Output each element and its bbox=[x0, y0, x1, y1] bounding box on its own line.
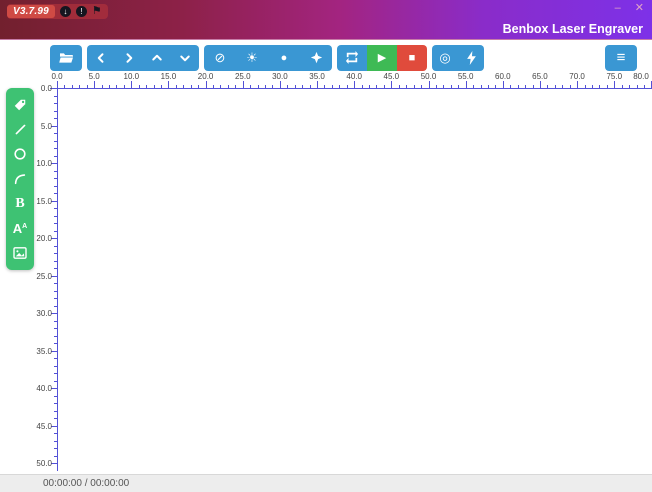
target-icon: ◎ bbox=[439, 49, 451, 65]
arc-tool[interactable] bbox=[9, 169, 31, 189]
repeat-icon bbox=[345, 51, 359, 64]
update-icon[interactable]: ↓ bbox=[59, 6, 71, 17]
work-canvas[interactable] bbox=[0, 74, 652, 474]
text-tool[interactable]: AA bbox=[9, 218, 31, 238]
play-icon: ▶ bbox=[377, 52, 387, 64]
lightning-icon bbox=[466, 50, 477, 65]
laser-spark-button[interactable] bbox=[300, 44, 332, 71]
jog-up-button[interactable] bbox=[143, 44, 171, 71]
circle-icon bbox=[13, 147, 27, 161]
sparkle-icon bbox=[310, 51, 323, 64]
language-flag-icon[interactable]: ⚑ bbox=[92, 6, 102, 17]
sun-icon: ☀ bbox=[246, 49, 258, 65]
version-badge-group: V3.7.99 ↓ ! ⚑ bbox=[7, 4, 108, 19]
repeat-button[interactable] bbox=[337, 44, 367, 71]
slash-circle-icon: ⊘ bbox=[214, 49, 226, 65]
chevron-left-icon bbox=[95, 52, 107, 64]
ellipse-tool[interactable] bbox=[9, 144, 31, 164]
image-tool[interactable] bbox=[9, 243, 31, 263]
image-icon bbox=[13, 246, 27, 259]
stop-button[interactable]: ■ bbox=[397, 44, 427, 71]
hamburger-icon: ≡ bbox=[616, 49, 626, 66]
jog-left-button[interactable] bbox=[87, 44, 115, 71]
chevron-right-icon bbox=[123, 52, 135, 64]
laser-off-button[interactable]: ⊘ bbox=[204, 44, 236, 71]
stop-icon: ■ bbox=[408, 51, 416, 64]
tool-sidebar: B AA bbox=[6, 88, 34, 270]
tag-tool[interactable] bbox=[9, 95, 31, 115]
focus-button[interactable]: ◎ bbox=[432, 44, 458, 71]
line-icon bbox=[14, 123, 27, 136]
open-file-button[interactable] bbox=[50, 44, 82, 71]
text-icon: AA bbox=[12, 220, 28, 236]
folder-icon bbox=[58, 51, 74, 64]
power-button[interactable] bbox=[458, 44, 484, 71]
start-button[interactable]: ▶ bbox=[367, 44, 397, 71]
title-bar: V3.7.99 ↓ ! ⚑ – ✕ Benbox Laser Engraver bbox=[0, 0, 652, 40]
arc-icon bbox=[13, 172, 27, 186]
chevron-up-icon bbox=[151, 52, 163, 64]
dot-icon: ● bbox=[280, 51, 288, 64]
bold-icon: B bbox=[15, 195, 25, 211]
laser-weak-button[interactable]: ☀ bbox=[236, 44, 268, 71]
minimize-button[interactable]: – bbox=[615, 1, 621, 15]
jog-right-button[interactable] bbox=[115, 44, 143, 71]
status-bar: 00:00:00 / 00:00:00 bbox=[0, 474, 652, 492]
version-badge: V3.7.99 bbox=[7, 5, 55, 18]
app-title: Benbox Laser Engraver bbox=[502, 22, 643, 36]
menu-button[interactable]: ≡ bbox=[605, 44, 637, 71]
line-tool[interactable] bbox=[9, 120, 31, 140]
chevron-down-icon bbox=[179, 52, 191, 64]
tag-icon bbox=[13, 98, 27, 112]
jog-down-button[interactable] bbox=[171, 44, 199, 71]
close-button[interactable]: ✕ bbox=[635, 1, 644, 15]
laser-dot-button[interactable]: ● bbox=[268, 44, 300, 71]
info-icon[interactable]: ! bbox=[75, 6, 87, 17]
main-toolbar: ⊘ ☀ ● ▶ ■ ◎ ≡ bbox=[0, 41, 652, 74]
elapsed-time: 00:00:00 / 00:00:00 bbox=[43, 478, 130, 489]
bold-text-tool[interactable]: B bbox=[9, 194, 31, 214]
